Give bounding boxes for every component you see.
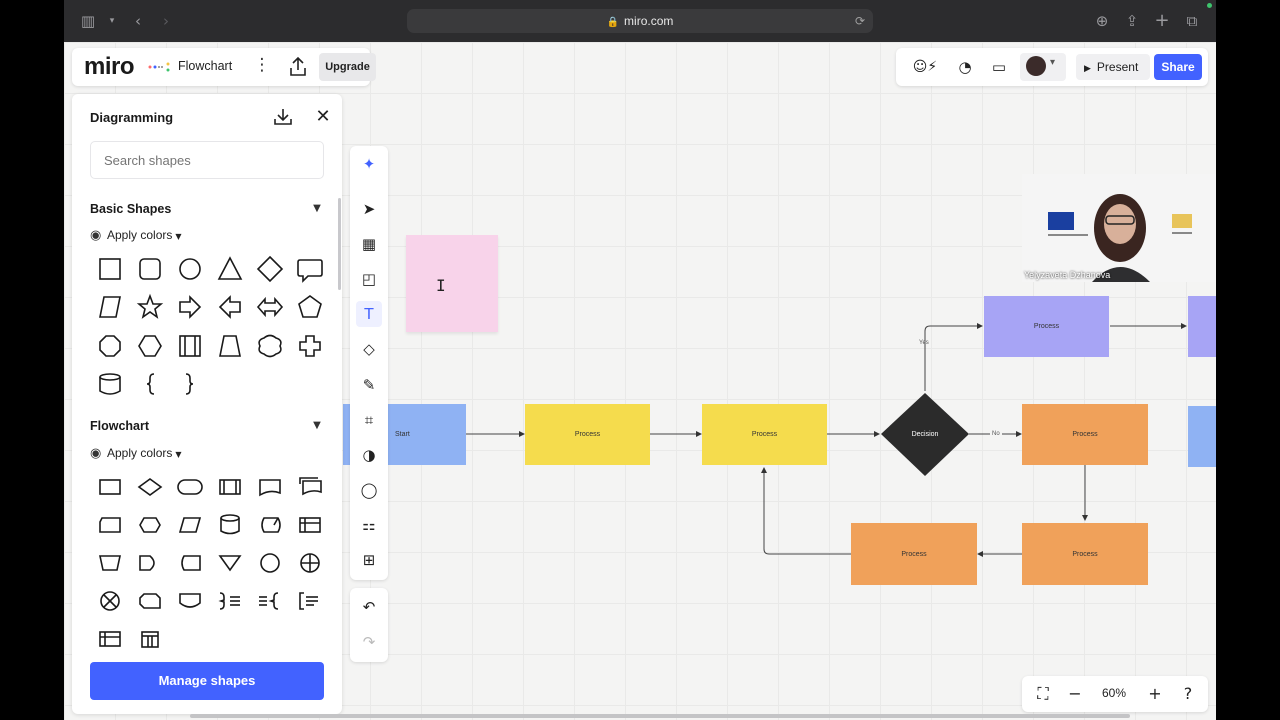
node-label: Process (574, 431, 601, 438)
merge-shape-icon[interactable] (218, 555, 242, 572)
annotation-left-shape-icon[interactable] (268, 592, 279, 610)
miro-logo[interactable]: miro (84, 53, 135, 81)
connector-decision-yes[interactable] (924, 323, 983, 391)
connector-p6-p2[interactable] (761, 467, 851, 555)
node-label: Process (1072, 431, 1098, 438)
delay-shape-icon[interactable] (139, 555, 155, 571)
collaboration-bar: ☺⚡ ◔ ▭ ▾ ▶ Present Share (896, 48, 1208, 86)
select-icon[interactable]: ➤ (356, 196, 382, 222)
start-node-partial[interactable] (1188, 406, 1216, 467)
history-toolbar: ↶ ↷ (350, 588, 388, 662)
horizontal-scrollbar[interactable] (190, 714, 1130, 718)
export-icon[interactable] (287, 55, 309, 79)
process-shape-icon[interactable] (99, 479, 121, 495)
comment-icon[interactable]: ◯ (356, 477, 382, 503)
process-node[interactable]: Process (525, 404, 650, 465)
frame-template-icon[interactable]: ▦ (356, 231, 382, 257)
reactions-icon[interactable]: ☺⚡ (906, 56, 944, 78)
node-label: Process (901, 550, 927, 558)
node-label: Process (1072, 550, 1098, 558)
text-icon[interactable]: T (356, 301, 382, 327)
add-icon[interactable]: ⊞ (356, 547, 382, 573)
pen-icon[interactable]: ✎ (356, 372, 382, 398)
connector-shape-icon[interactable] (260, 553, 280, 573)
present-label: Present (1096, 60, 1139, 74)
multi-document-shape-icon[interactable] (299, 477, 322, 496)
decision-shape-icon[interactable] (137, 478, 163, 496)
preparation-shape-icon[interactable] (139, 517, 161, 533)
decision-label-box: Decision (891, 424, 959, 444)
app-frame: ▥ ▾ ‹ › 🔒 miro.com ⟳ ⊕ ⇪ + ⧉ Start Proce… (64, 0, 1216, 720)
node-label: Start (395, 431, 410, 438)
chevron-down-icon[interactable]: ▾ (1050, 57, 1055, 68)
terminator-shape-icon[interactable] (177, 479, 203, 495)
zoom-level[interactable]: 60% (1096, 686, 1132, 700)
comment-bracket-shape-icon[interactable] (299, 592, 304, 610)
edge-label-no: No (990, 431, 1002, 437)
undo-icon[interactable]: ↶ (356, 594, 382, 620)
avatar[interactable] (1026, 56, 1046, 76)
document-shape-icon[interactable] (259, 479, 281, 497)
subprocess-shape-icon[interactable] (219, 479, 241, 495)
sticky-note-icon[interactable]: ◰ (356, 266, 382, 292)
video-call-overlay: Yelyzaveta Dzhanova (1022, 174, 1216, 282)
chat-icon[interactable]: ◔ (954, 56, 976, 78)
creation-toolbar: ✦ ➤ ▦ ◰ T ◇ ✎ ⌗ ◑ ◯ ⚏ ⊞ (350, 146, 388, 580)
board-title[interactable]: Flowchart (178, 59, 232, 73)
display-shape-icon[interactable] (139, 593, 161, 609)
annotation-right-shape-icon[interactable] (218, 592, 225, 610)
off-page-shape-icon[interactable] (179, 593, 201, 608)
swimlane-horizontal-shape-icon[interactable] (99, 631, 121, 647)
ai-assist-icon[interactable]: ✦ (356, 151, 382, 177)
stored-data-shape-icon[interactable] (181, 555, 201, 571)
video-call-icon[interactable]: ▭ (988, 56, 1010, 78)
node-label: Process (1033, 323, 1060, 330)
manage-shapes-button[interactable]: Manage shapes (90, 662, 324, 700)
help-icon[interactable]: ? (1177, 683, 1199, 705)
text-cursor-icon: I (436, 276, 446, 295)
swimlane-vertical-shape-icon[interactable] (141, 631, 159, 648)
manual-operation-shape-icon[interactable] (99, 555, 121, 571)
diagramming-panel: Diagramming ✕ Basic Shapes ▼ ◉Apply colo… (72, 94, 342, 714)
present-button[interactable]: ▶ Present (1076, 54, 1150, 80)
node-label: Process (751, 431, 778, 438)
color-palette-icon[interactable]: ◑ (356, 442, 382, 468)
frame-icon[interactable]: ⌗ (356, 407, 382, 433)
process-node[interactable]: Process (702, 404, 827, 465)
flowchart-shapes-grid (99, 477, 322, 648)
process-node-partial[interactable] (1188, 296, 1216, 357)
manual-input-shape-icon[interactable] (99, 517, 121, 533)
sticky-note[interactable] (406, 235, 498, 332)
node-label: Decision (911, 430, 939, 438)
edge-label-yes: Yes (919, 340, 929, 346)
database-shape-icon[interactable] (220, 514, 240, 522)
internal-storage-shape-icon[interactable] (299, 517, 321, 533)
zoom-in-icon[interactable]: + (1144, 683, 1166, 705)
shapes-icon[interactable]: ◇ (356, 336, 382, 362)
redo-icon[interactable]: ↷ (356, 629, 382, 655)
board-header: miro Flowchart ⋮ Upgrade (72, 48, 376, 86)
process-node[interactable]: Process (1022, 404, 1148, 465)
data-shape-icon[interactable] (178, 517, 202, 533)
zoom-out-icon[interactable]: − (1064, 683, 1086, 705)
zoom-controls: ⛶ − 60% + ? (1022, 676, 1208, 712)
apps-icon[interactable]: ⚏ (356, 512, 382, 538)
play-icon: ▶ (1084, 64, 1091, 74)
panel-scrollbar[interactable] (338, 198, 341, 290)
process-node[interactable]: Process (1022, 523, 1148, 585)
participant-name: Yelyzaveta Dzhanova (1024, 270, 1111, 280)
process-node[interactable]: Process (984, 296, 1109, 357)
share-button[interactable]: Share (1154, 54, 1202, 80)
participant-video (1022, 174, 1216, 282)
more-options-icon[interactable]: ⋮ (252, 55, 272, 75)
process-node[interactable]: Process (851, 523, 977, 585)
upgrade-button[interactable]: Upgrade (319, 53, 376, 81)
fit-to-screen-icon[interactable]: ⛶ (1032, 683, 1054, 705)
flowchart-board-icon (148, 61, 172, 76)
